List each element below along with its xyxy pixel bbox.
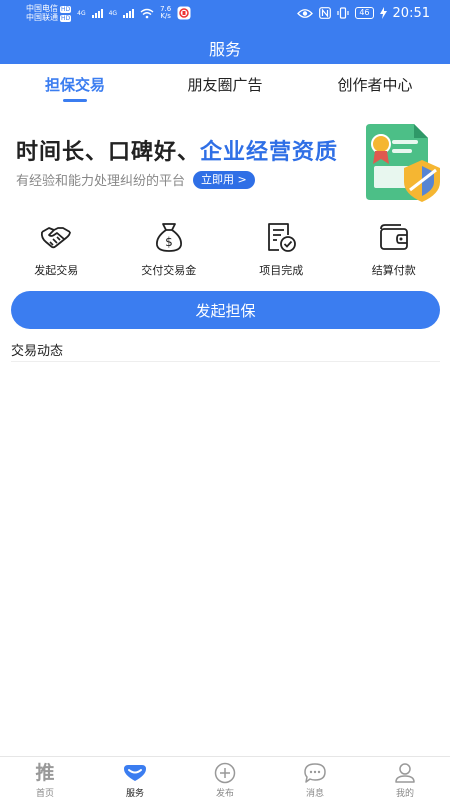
network-type-label: 4G	[108, 9, 118, 17]
tab-creator-center[interactable]: 创作者中心	[300, 64, 450, 104]
action-project-complete[interactable]: 项目完成	[225, 220, 338, 280]
trade-steps: 发起交易 $ 交付交易金 项目完成 结算付款	[0, 220, 450, 280]
net-speed: 7.6 K/s	[160, 6, 171, 20]
plus-circle-icon	[214, 762, 236, 784]
nav-label: 消息	[305, 789, 324, 799]
action-initiate-trade[interactable]: 发起交易	[0, 220, 113, 280]
carrier2-label: 中国联通	[26, 13, 58, 22]
tab-guarantee-trade[interactable]: 担保交易	[0, 64, 150, 104]
battery-indicator: 46	[355, 7, 374, 19]
nav-label: 发布	[215, 789, 234, 799]
nav-label: 服务	[125, 789, 144, 799]
page-title: 服务	[208, 40, 241, 59]
carrier-info: 中国电信 HD 中国联通 HD	[26, 4, 72, 22]
nav-messages[interactable]: 消息	[270, 757, 360, 800]
hd-badge: HD	[60, 6, 72, 13]
eye-icon	[297, 8, 314, 18]
tab-bar: 担保交易 朋友圈广告 创作者中心	[0, 64, 450, 104]
net-speed-unit: K/s	[160, 12, 171, 20]
action-label: 交付交易金	[141, 264, 197, 277]
action-settle-payment[interactable]: 结算付款	[338, 220, 450, 280]
status-right: 46 20:51	[297, 6, 430, 21]
nav-label: 我的	[395, 789, 414, 799]
wallet-icon	[379, 224, 408, 250]
banner-headline: 时间长、口碑好、企业经营资质	[16, 134, 338, 166]
bottom-nav: 推 首页 服务 发布 消息 我的	[0, 756, 450, 800]
action-pay-trade-funds[interactable]: $ 交付交易金	[113, 220, 226, 280]
start-guarantee-button[interactable]: 发起担保	[11, 291, 440, 329]
status-bar: 中国电信 HD 中国联通 HD 4G 4G 7.6 K/s 46 20:51	[0, 0, 450, 26]
money-bag-icon: $	[155, 223, 182, 252]
nfc-icon	[319, 7, 332, 19]
divider	[11, 361, 440, 362]
action-label: 结算付款	[371, 264, 416, 277]
use-now-button[interactable]: 立即用 >	[193, 170, 255, 189]
nav-service[interactable]: 服务	[90, 757, 180, 800]
document-check-icon	[268, 223, 297, 252]
carrier1-label: 中国电信	[26, 4, 58, 13]
banner-headline-highlight: 企业经营资质	[200, 140, 339, 165]
profile-icon	[395, 763, 415, 783]
nav-label: 首页	[35, 789, 54, 799]
action-label: 项目完成	[259, 264, 304, 277]
banner-headline-part1: 时间长、口碑好、	[16, 140, 201, 165]
chat-bubble-icon	[304, 763, 326, 783]
banner-subline-text: 有经验和能力处理纠纷的平台	[16, 174, 186, 189]
certificate-icon	[366, 124, 440, 202]
network-type-label: 4G	[77, 9, 86, 17]
promo-banner[interactable]: 时间长、口碑好、企业经营资质 有经验和能力处理纠纷的平台 立即用 >	[0, 118, 450, 208]
vibrate-icon	[337, 7, 349, 19]
tui-icon: 推	[35, 762, 55, 784]
nav-home[interactable]: 推 首页	[0, 757, 90, 800]
signal-icon	[91, 8, 103, 18]
status-left: 中国电信 HD 中国联通 HD 4G 4G 7.6 K/s	[26, 4, 191, 22]
charging-icon	[379, 7, 387, 19]
nav-publish[interactable]: 发布	[180, 757, 270, 800]
signal-icon	[123, 8, 135, 18]
clock: 20:51	[392, 5, 430, 21]
trade-activity-title: 交易动态	[11, 344, 64, 359]
wifi-icon	[140, 8, 154, 18]
svg-text:$: $	[165, 235, 173, 249]
nav-profile[interactable]: 我的	[360, 757, 450, 800]
app-header: 中国电信 HD 中国联通 HD 4G 4G 7.6 K/s 46 20:51 服…	[0, 0, 450, 64]
banner-subline: 有经验和能力处理纠纷的平台 立即用 >	[16, 170, 255, 189]
action-label: 发起交易	[34, 264, 79, 277]
service-icon	[124, 765, 146, 781]
app-notification-icon	[177, 6, 191, 20]
handshake-icon	[41, 227, 72, 249]
tab-moments-ads[interactable]: 朋友圈广告	[150, 64, 300, 104]
hd-badge: HD	[60, 15, 72, 22]
